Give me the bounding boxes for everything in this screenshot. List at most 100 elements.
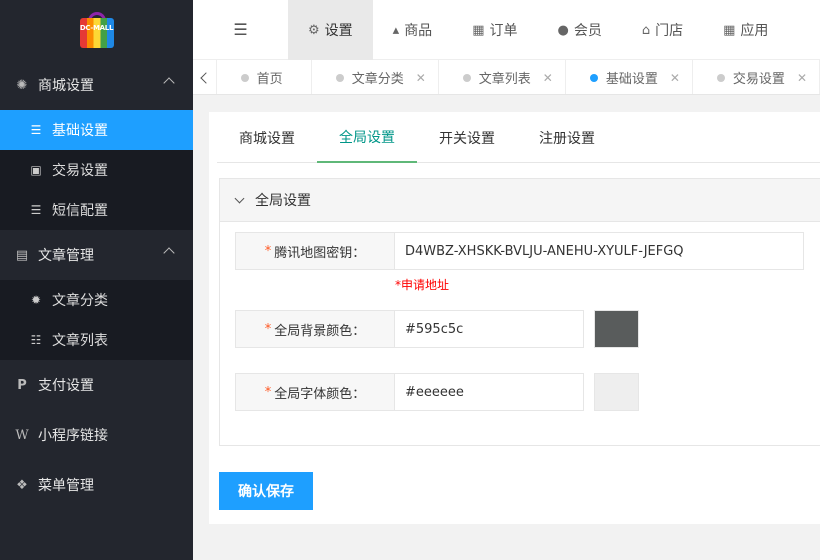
page-tab-article-category[interactable]: 文章分类 ✕ [312,60,439,94]
required-mark: * [264,243,272,259]
sidebar-item-label: 短信配置 [52,203,108,219]
bank-icon: ⌂ [641,22,651,38]
bg-color-label: * 全局背景颜色： [235,310,395,348]
shopping-bag-icon: ▴ [392,22,400,38]
user-icon: ● [557,22,569,38]
chevron-up-icon [163,77,175,89]
menu-toggle-icon[interactable]: ☰ [193,0,288,59]
logo-text: DC-MALL [79,24,114,32]
required-mark: * [264,384,272,400]
tabs-prev-button[interactable] [193,60,217,94]
grid-icon: ▦ [723,22,736,38]
global-settings-panel: 全局设置 * 腾讯地图密钥： D4WBZ-XHSKK-BVLJU-ANEHU-XY… [219,178,820,446]
font-color-label-text: 全局字体颜色： [274,386,366,402]
tab-dot [240,73,249,82]
bg-color-label-text: 全局背景颜色： [274,323,366,339]
nav-item-label: 应用 [740,23,769,39]
close-icon[interactable]: ✕ [797,71,807,85]
gear-icon: ✺ [16,77,28,93]
save-button[interactable]: 确认保存 [219,472,313,510]
sidebar-group-mall-settings[interactable]: ✺ 商城设置 [0,60,193,110]
tab-dot [589,73,598,82]
sidebar-item-label: 文章分类 [52,293,108,309]
sidebar: DC-MALL ✺ 商城设置 ☰ 基础设置 ▣ 交易设置 ☰ 短信配置 ▤ 文章… [0,0,193,560]
sidebar-item-basic-settings[interactable]: ☰ 基础设置 [0,110,193,150]
logo-area: DC-MALL [0,0,193,60]
nav-item-orders[interactable]: ▦ 订单 [452,0,537,60]
tab-label: 交易设置 [732,72,785,87]
top-navigation: ☰ ⚙ 设置 ▴ 商品 ▦ 订单 ● 会员 ⌂ 门店 ▦ 应用 [193,0,820,60]
w-icon: W [15,427,29,443]
sidebar-item-trade-settings[interactable]: ▣ 交易设置 [0,150,193,190]
close-icon[interactable]: ✕ [416,71,426,85]
page-tab-article-list[interactable]: 文章列表 ✕ [439,60,566,94]
sidebar-submenu-article-management: ✹ 文章分类 ☷ 文章列表 [0,280,193,360]
tab-dot [462,73,471,82]
nav-item-label: 门店 [655,23,684,39]
id-card-icon: ▣ [30,163,42,177]
map-key-row: * 腾讯地图密钥： D4WBZ-XHSKK-BVLJU-ANEHU-XYULF-J… [235,232,804,270]
tab-label: 首页 [256,72,283,87]
nav-item-stores[interactable]: ⌂ 门店 [622,0,703,60]
tab-label: 文章分类 [351,72,404,87]
map-key-label: * 腾讯地图密钥： [235,232,395,270]
nav-item-label: 设置 [324,23,353,39]
sidebar-group-article-management[interactable]: ▤ 文章管理 [0,230,193,280]
map-key-label-text: 腾讯地图密钥： [274,245,366,261]
subtab-global-settings[interactable]: 全局设置 [317,112,417,163]
page-tab-home[interactable]: 首页 [217,60,312,94]
close-icon[interactable]: ✕ [543,71,553,85]
newspaper-icon: ▤ [15,247,29,263]
page-tab-basic-settings[interactable]: 基础设置 ✕ [566,60,693,94]
sidebar-submenu-mall-settings: ☰ 基础设置 ▣ 交易设置 ☰ 短信配置 [0,110,193,230]
gear-icon: ✹ [30,293,42,307]
sidebar-group-payment-settings[interactable]: P 支付设置 [0,360,193,410]
content-card: 商城设置 全局设置 开关设置 注册设置 全局设置 * 腾讯地图密钥： D4WBZ-… [209,112,820,524]
paypal-icon: P [17,377,27,393]
nav-item-label: 商品 [404,23,433,39]
list-icon: ☰ [30,123,42,137]
bg-color-swatch [595,311,638,347]
font-color-picker[interactable] [594,373,639,411]
sidebar-group-miniprogram-links[interactable]: W 小程序链接 [0,410,193,460]
font-color-swatch [595,374,638,410]
sidebar-item-sms-config[interactable]: ☰ 短信配置 [0,190,193,230]
sidebar-group-label: 菜单管理 [38,478,94,494]
nav-item-products[interactable]: ▴ 商品 [373,0,453,60]
required-mark: * [264,321,272,337]
sidebar-item-article-list[interactable]: ☷ 文章列表 [0,320,193,360]
tab-dot [335,73,344,82]
nav-item-apps[interactable]: ▦ 应用 [703,0,788,60]
close-icon[interactable]: ✕ [670,71,680,85]
table-icon: ▦ [472,22,485,38]
tab-dot [716,73,725,82]
sidebar-item-article-category[interactable]: ✹ 文章分类 [0,280,193,320]
bg-color-input[interactable]: #595c5c [395,310,584,348]
subtab-switch-settings[interactable]: 开关设置 [417,112,517,163]
sidebar-group-label: 小程序链接 [38,428,108,444]
sidebar-item-label: 基础设置 [52,123,108,139]
font-color-input[interactable]: #eeeeee [395,373,584,411]
nav-item-settings[interactable]: ⚙ 设置 [288,0,373,60]
cubes-icon: ❖ [16,477,28,493]
panel-title: 全局设置 [255,193,311,209]
sidebar-item-label: 文章列表 [52,333,108,349]
font-color-label: * 全局字体颜色： [235,373,395,411]
logo-bag [79,18,114,48]
apply-link[interactable]: *申请地址 [395,276,449,293]
sidebar-group-menu-management[interactable]: ❖ 菜单管理 [0,460,193,510]
nav-item-label: 会员 [573,23,602,39]
nav-item-members[interactable]: ● 会员 [537,0,621,60]
tab-label: 基础设置 [605,72,658,87]
subtab-mall-settings[interactable]: 商城设置 [217,112,317,163]
bg-color-row: * 全局背景颜色： #595c5c [235,310,639,348]
chevron-left-icon [200,71,212,84]
font-color-row: * 全局字体颜色： #eeeeee [235,373,639,411]
panel-header[interactable]: 全局设置 [220,179,820,222]
map-key-input[interactable]: D4WBZ-XHSKK-BVLJU-ANEHU-XYULF-JEFGQ [395,232,804,270]
subtab-register-settings[interactable]: 注册设置 [517,112,617,163]
bg-color-picker[interactable] [594,310,639,348]
page-tab-trade-settings[interactable]: 交易设置 ✕ [693,60,820,94]
gears-icon: ⚙ [308,22,320,38]
logo[interactable]: DC-MALL [78,10,116,50]
